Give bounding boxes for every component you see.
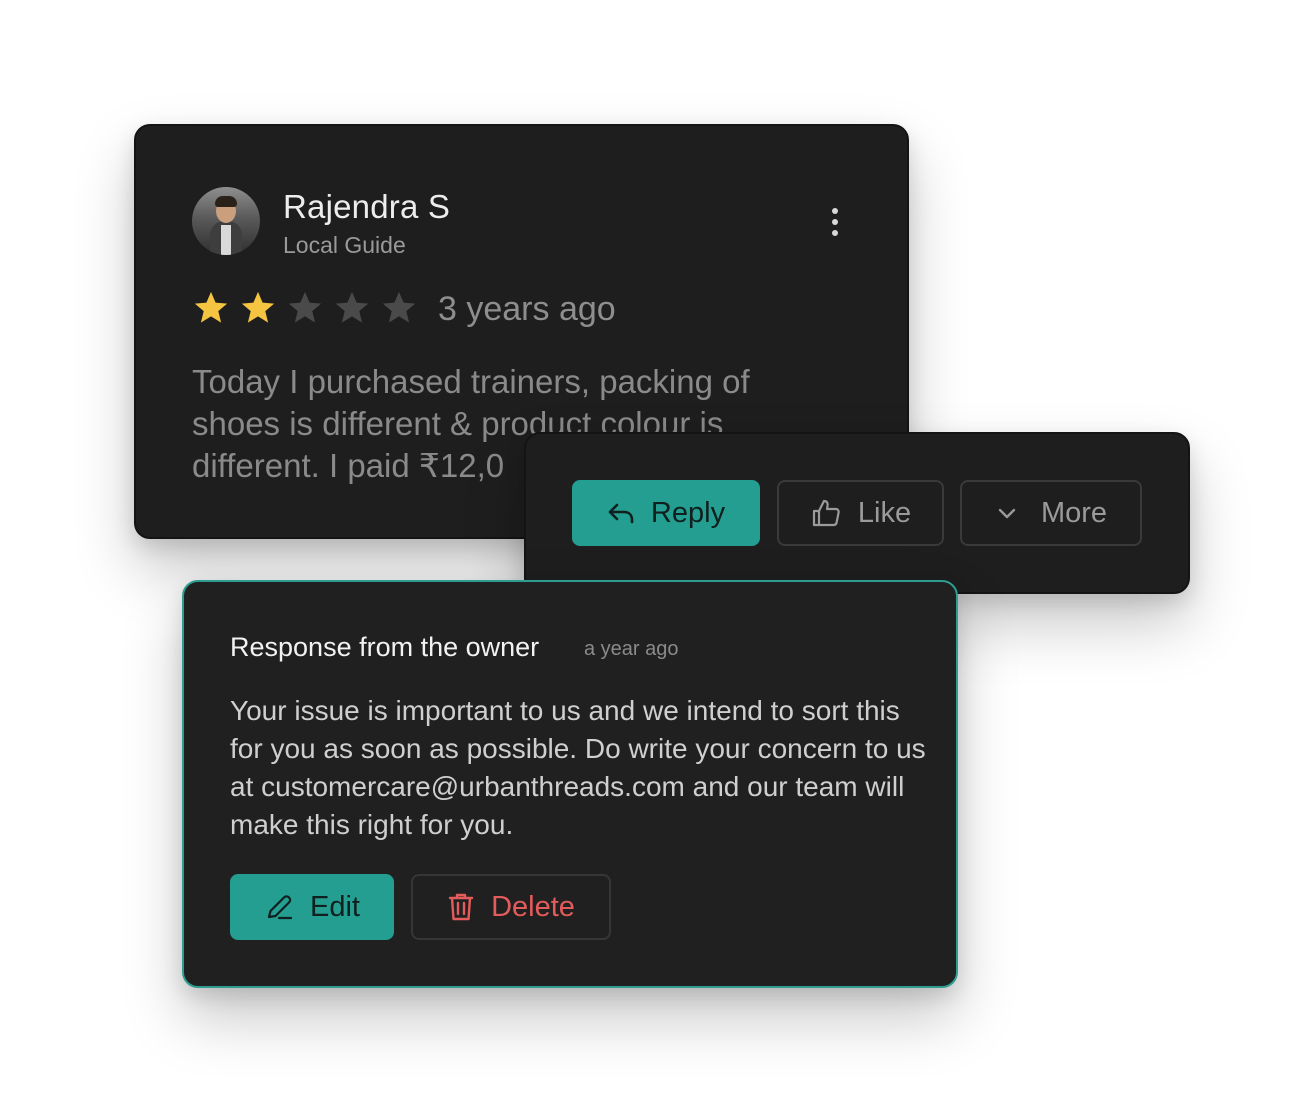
star-empty-icon — [335, 291, 369, 323]
reply-button[interactable]: Reply — [572, 480, 760, 546]
reply-icon — [608, 503, 634, 524]
review-time: 3 years ago — [438, 290, 616, 328]
edit-button[interactable]: Edit — [230, 874, 394, 940]
star-empty-icon — [382, 291, 416, 323]
more-button[interactable]: More — [960, 480, 1142, 546]
owner-response-card: Response from the owner a year ago Your … — [182, 580, 958, 988]
pencil-icon — [267, 895, 293, 920]
like-button[interactable]: Like — [777, 480, 944, 546]
like-label: Like — [857, 496, 912, 529]
kebab-menu-icon[interactable] — [822, 204, 848, 240]
response-title: Response from the owner — [230, 632, 540, 662]
star-empty-icon — [288, 291, 322, 323]
more-label: More — [1040, 496, 1108, 529]
edit-label: Edit — [310, 890, 360, 923]
avatar[interactable] — [192, 187, 260, 255]
review-actions-bar: Reply Like More — [524, 432, 1190, 594]
star-rating — [192, 289, 427, 327]
reviewer-role: Local Guide — [283, 232, 406, 258]
response-text: Your issue is important to us and we int… — [230, 695, 926, 840]
star-filled-icon — [194, 291, 228, 323]
reviewer-name[interactable]: Rajendra S — [283, 188, 450, 226]
reply-label: Reply — [650, 496, 726, 529]
star-filled-icon — [241, 291, 275, 323]
trash-icon — [448, 893, 474, 921]
delete-button[interactable]: Delete — [411, 874, 611, 940]
thumbs-up-icon — [812, 499, 840, 527]
chevron-down-icon — [998, 508, 1016, 519]
response-time: a year ago — [584, 638, 679, 660]
stage: Rajendra S Local Guide 3 years ago Today… — [0, 0, 1302, 1108]
delete-label: Delete — [491, 890, 575, 923]
